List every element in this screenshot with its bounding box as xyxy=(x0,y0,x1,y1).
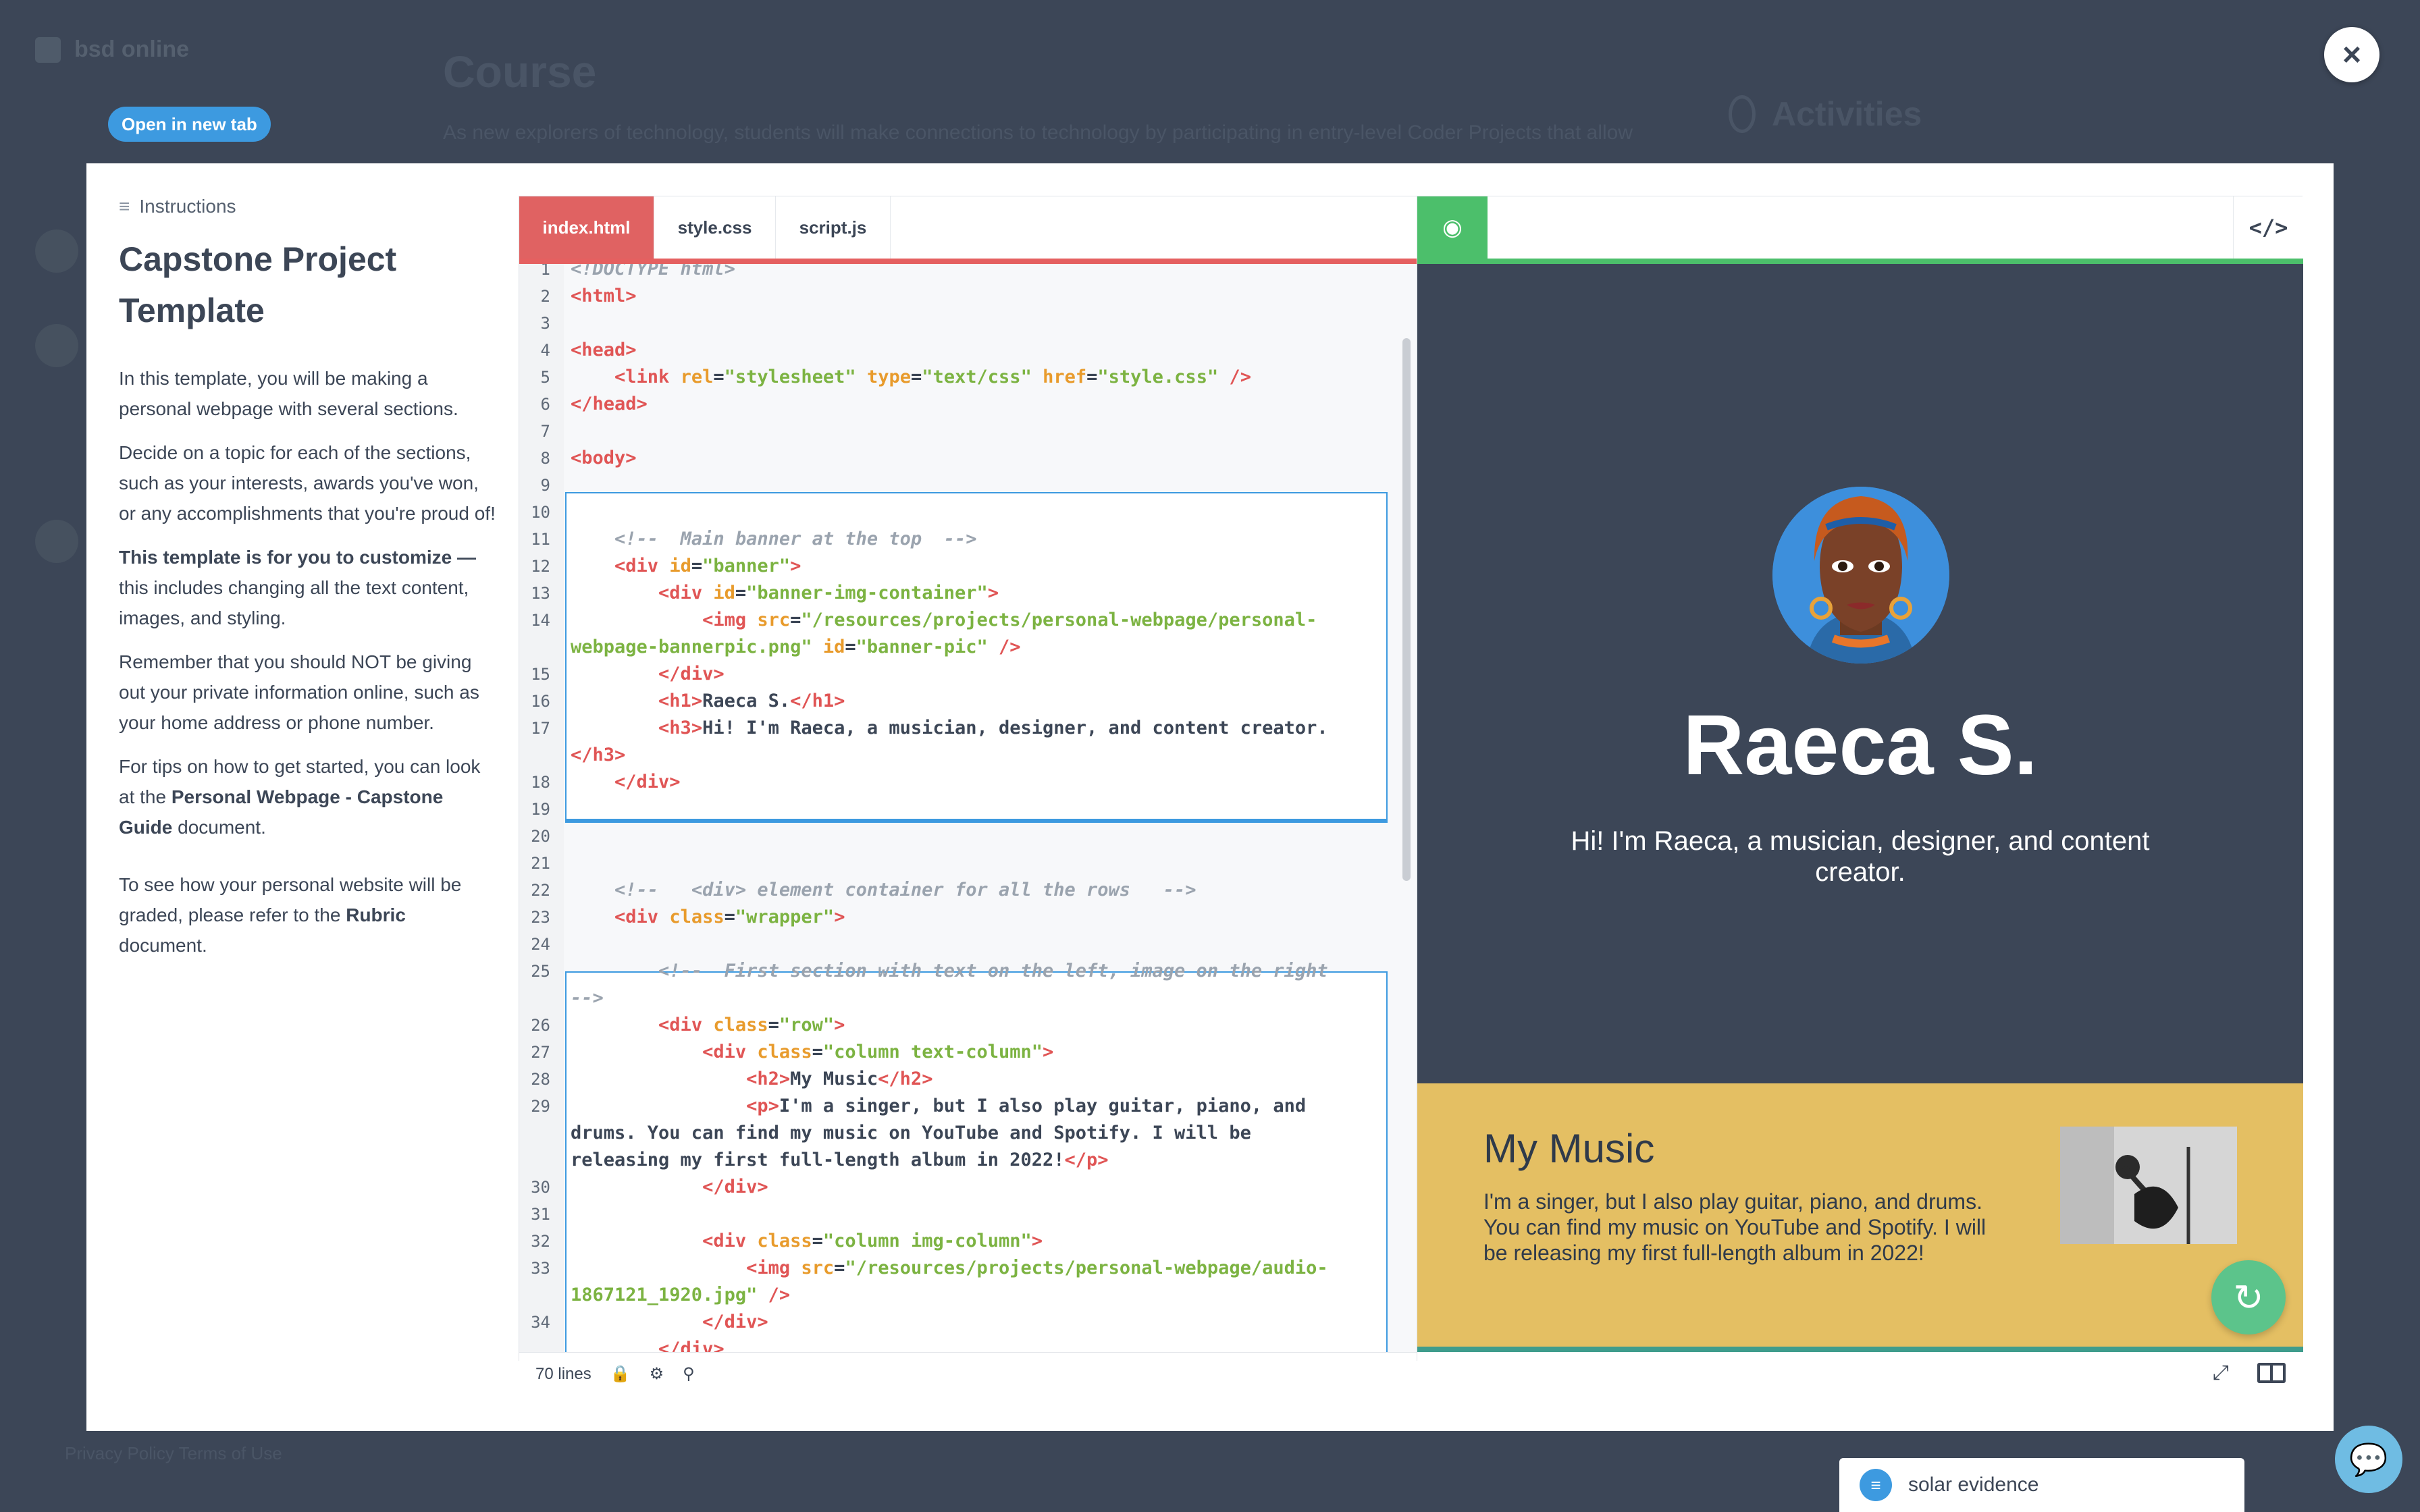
music-image xyxy=(2060,1127,2237,1244)
search-icon[interactable]: ⚲ xyxy=(683,1364,695,1384)
editor-scrollbar[interactable] xyxy=(1402,338,1411,881)
instructions-paragraph: Remember that you should NOT be giving o… xyxy=(119,651,479,733)
brand-logo-icon xyxy=(35,36,61,63)
open-in-new-tab-button[interactable]: Open in new tab xyxy=(108,107,271,142)
background-paragraph: As new explorers of technology, students… xyxy=(443,122,1633,144)
brand-name: bsd online xyxy=(74,36,189,62)
instructions-header: ≡ Instructions xyxy=(119,196,497,217)
close-button[interactable]: × xyxy=(2324,27,2379,82)
sidebar-avatar xyxy=(35,520,78,563)
background-activities: Activities xyxy=(1729,94,1922,134)
tab-style-css[interactable]: style.css xyxy=(654,196,776,259)
code-area[interactable]: 1 <!DOCTYPE html> 2 <html> 3 4 <head> 5 <li… xyxy=(519,264,1417,1352)
instructions-paragraph: For tips on how to get started, you can … xyxy=(119,751,497,842)
tab-script-js[interactable]: script.js xyxy=(776,196,891,259)
eye-icon[interactable]: ◉ xyxy=(1417,196,1488,259)
background-footer: Privacy Policy Terms of Use xyxy=(65,1443,282,1463)
split-view-icon[interactable] xyxy=(2257,1363,2286,1383)
music-title: My Music xyxy=(1483,1126,1655,1171)
instructions-paragraph: Decide on a topic for each of the sectio… xyxy=(119,442,496,524)
preview-panel: ◉ </> Raeca S. Hi! I'm Raeca, a musician… xyxy=(1417,196,2303,1395)
lock-icon[interactable]: 🔒 xyxy=(610,1364,631,1384)
banner-avatar xyxy=(1772,487,1949,664)
instructions-icon: ≡ xyxy=(119,196,130,217)
bug-icon[interactable]: ⚙ xyxy=(650,1364,664,1384)
instructions-header-label: Instructions xyxy=(139,196,236,217)
sidebar-avatar xyxy=(35,230,78,273)
instructions-title: Capstone Project Template xyxy=(119,240,397,329)
chat-card[interactable]: ≡ solar evidence xyxy=(1839,1458,2244,1512)
preview-toolbar: ◉ </> xyxy=(1417,196,2303,264)
chat-icon[interactable]: 💬 xyxy=(2335,1426,2402,1493)
preview-name: Raeca S. xyxy=(1683,697,2038,792)
code-icon[interactable]: </> xyxy=(2233,196,2303,259)
instructions-paragraph: To see how your personal website will be… xyxy=(119,869,497,961)
pin-icon xyxy=(1729,95,1756,133)
instructions-panel: ≡ Instructions Capstone Project Template… xyxy=(119,196,497,974)
music-section: My Music I'm a singer, but I also play g… xyxy=(1417,1083,2303,1347)
instructions-text: To see how your personal website will be… xyxy=(119,874,462,925)
tab-index-html[interactable]: index.html xyxy=(519,196,654,259)
instructions-paragraph: This template is for you to customize — … xyxy=(119,542,497,633)
line-count: 70 lines xyxy=(535,1364,591,1383)
instructions-text: document. xyxy=(172,817,266,838)
editor-statusbar: 70 lines 🔒 ⚙ ⚲ xyxy=(519,1352,1417,1395)
instructions-text: this includes changing all the text cont… xyxy=(119,577,469,628)
sidebar-avatar xyxy=(35,324,78,367)
project-modal: ≡ Instructions Capstone Project Template… xyxy=(86,163,2334,1431)
chat-list-icon: ≡ xyxy=(1860,1469,1892,1501)
preview-statusbar: ⤢ xyxy=(1417,1352,2303,1395)
background-title: Course xyxy=(443,47,597,97)
activities-label: Activities xyxy=(1772,95,1922,133)
brand: bsd online xyxy=(35,36,189,63)
editor-tabbar: index.html style.css script.js xyxy=(519,196,1417,264)
preview-subtitle: Hi! I'm Raeca, a musician, designer, and… xyxy=(1571,826,2150,887)
music-text: I'm a singer, but I also play guitar, pi… xyxy=(1483,1189,1987,1265)
instructions-bold: This template is for you to customize — xyxy=(119,547,476,568)
code-editor: index.html style.css script.js 1 <!DOCTYP… xyxy=(519,196,1417,1395)
instructions-text: document. xyxy=(119,935,207,956)
fullscreen-icon[interactable]: ⤢ xyxy=(2213,1361,2229,1384)
refresh-icon[interactable]: ↻ xyxy=(2211,1260,2286,1334)
chat-card-label: solar evidence xyxy=(1908,1474,2039,1496)
instructions-paragraph: In this template, you will be making a p… xyxy=(119,368,458,419)
preview-banner: Raeca S. Hi! I'm Raeca, a musician, desi… xyxy=(1417,264,2303,1083)
rubric-link[interactable]: Rubric xyxy=(346,905,406,925)
